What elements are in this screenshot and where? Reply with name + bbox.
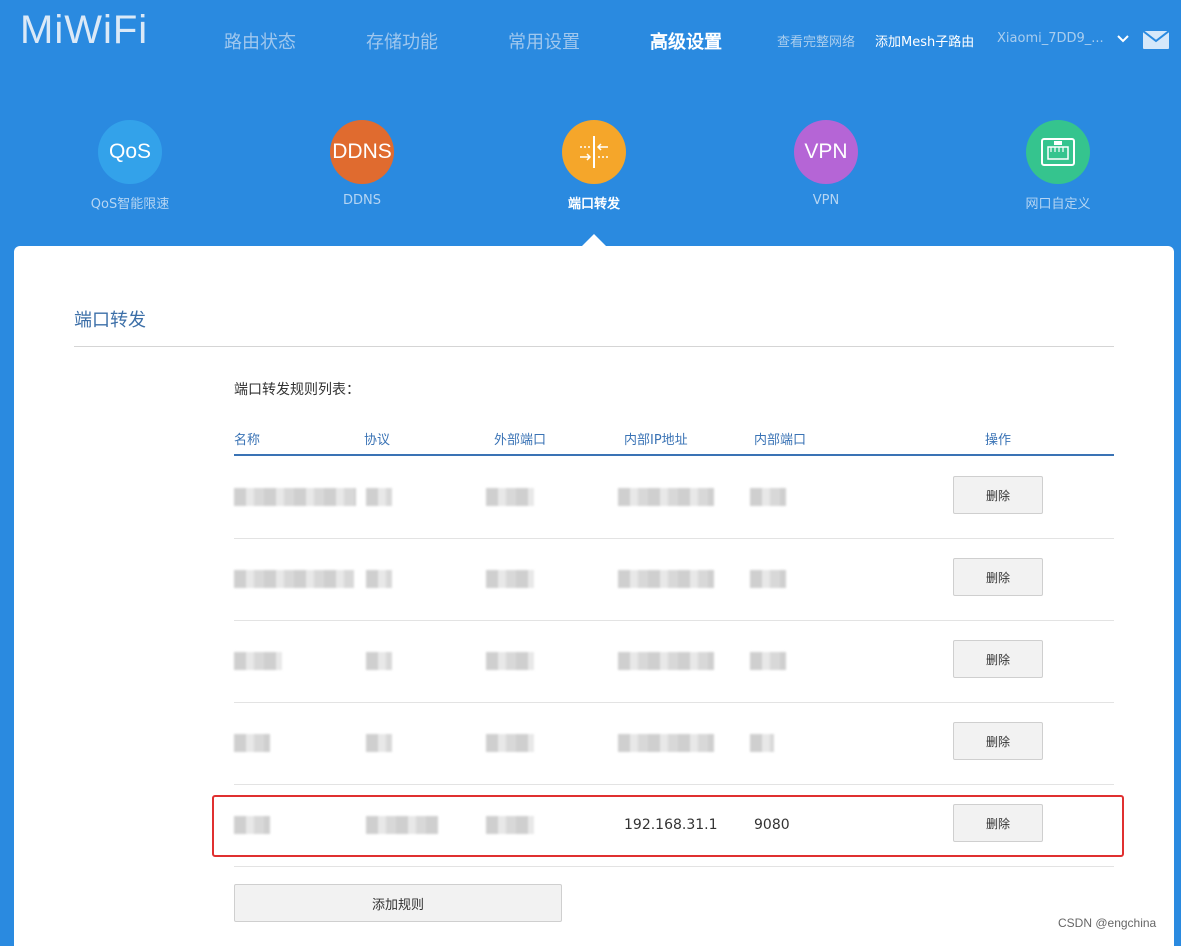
feature-vpn-label: VPN xyxy=(812,193,840,208)
nav-storage[interactable]: 存储功能 xyxy=(366,28,438,54)
feature-vpn[interactable]: VPN VPN xyxy=(756,120,896,208)
delete-button[interactable]: 删除 xyxy=(953,558,1043,596)
mail-icon[interactable] xyxy=(1143,31,1169,49)
redacted-name xyxy=(234,488,356,506)
column-header-external-port: 外部端口 xyxy=(494,433,547,448)
vpn-icon-text: VPN xyxy=(804,140,848,163)
view-network-link[interactable]: 查看完整网络 xyxy=(777,31,855,50)
column-header-internal-ip: 内部IP地址 xyxy=(624,433,688,448)
feature-port-forward[interactable]: 端口转发 xyxy=(524,120,664,212)
ethernet-port-icon xyxy=(1026,120,1090,184)
nav-common-settings[interactable]: 常用设置 xyxy=(508,28,580,54)
feature-qos[interactable]: QoS QoS智能限速 xyxy=(60,120,200,212)
highlight-box xyxy=(212,795,1124,857)
column-header-action: 操作 xyxy=(985,433,1012,448)
column-header-protocol: 协议 xyxy=(364,433,391,448)
redacted-protocol xyxy=(366,570,392,588)
rule-list-title: 端口转发规则列表： xyxy=(234,382,360,398)
redacted-ip xyxy=(618,488,714,506)
redacted-internal-port xyxy=(750,734,774,752)
feature-port-custom-label: 网口自定义 xyxy=(1025,197,1091,212)
redacted-external-port xyxy=(486,652,534,670)
feature-qos-label: QoS智能限速 xyxy=(90,197,170,212)
column-header-internal-port: 内部端口 xyxy=(754,433,807,448)
redacted-external-port xyxy=(486,734,534,752)
redacted-ip xyxy=(618,652,714,670)
qos-icon: QoS xyxy=(98,120,162,184)
ddns-icon-text: DDNS xyxy=(332,140,392,163)
feature-ddns-label: DDNS xyxy=(343,193,381,208)
table-row: 删除 xyxy=(234,538,1114,621)
active-tab-pointer xyxy=(582,234,606,246)
feature-port-forward-label: 端口转发 xyxy=(567,197,620,212)
redacted-protocol xyxy=(366,734,392,752)
delete-button[interactable]: 删除 xyxy=(953,640,1043,678)
delete-button[interactable]: 删除 xyxy=(953,476,1043,514)
title-divider xyxy=(74,346,1114,347)
miwifi-logo: MiWiFi xyxy=(20,8,149,52)
table-row: 删除 xyxy=(234,620,1114,703)
redacted-internal-port xyxy=(750,488,786,506)
ddns-icon: DDNS xyxy=(330,120,394,184)
ethernet-icon xyxy=(1041,138,1075,166)
redacted-internal-port xyxy=(750,652,786,670)
add-mesh-link[interactable]: 添加Mesh子路由 xyxy=(875,31,974,50)
router-name-dropdown[interactable]: Xiaomi_7DD9_... xyxy=(997,31,1104,46)
nav-router-status[interactable]: 路由状态 xyxy=(224,28,296,54)
port-forward-arrows-icon xyxy=(580,136,608,168)
redacted-external-port xyxy=(486,570,534,588)
page-title: 端口转发 xyxy=(74,310,146,331)
redacted-ip xyxy=(618,734,714,752)
redacted-name xyxy=(234,652,282,670)
delete-button[interactable]: 删除 xyxy=(953,722,1043,760)
redacted-ip xyxy=(618,570,714,588)
nav-advanced-settings[interactable]: 高级设置 xyxy=(650,28,722,54)
redacted-internal-port xyxy=(750,570,786,588)
redacted-name xyxy=(234,570,354,588)
table-row: 删除 xyxy=(234,702,1114,785)
port-forward-icon xyxy=(562,120,626,184)
feature-ddns[interactable]: DDNS DDNS xyxy=(292,120,432,208)
chevron-down-icon[interactable] xyxy=(1116,32,1130,46)
redacted-protocol xyxy=(366,652,392,670)
feature-port-custom[interactable]: 网口自定义 xyxy=(988,120,1128,212)
redacted-name xyxy=(234,734,270,752)
table-row: 删除 xyxy=(234,456,1114,539)
add-rule-button[interactable]: 添加规则 xyxy=(234,884,562,922)
qos-icon-text: QoS xyxy=(108,140,152,163)
redacted-protocol xyxy=(366,488,392,506)
vpn-icon: VPN xyxy=(794,120,858,184)
watermark: CSDN @engchina xyxy=(1058,916,1157,930)
column-header-name: 名称 xyxy=(234,433,261,448)
redacted-external-port xyxy=(486,488,534,506)
